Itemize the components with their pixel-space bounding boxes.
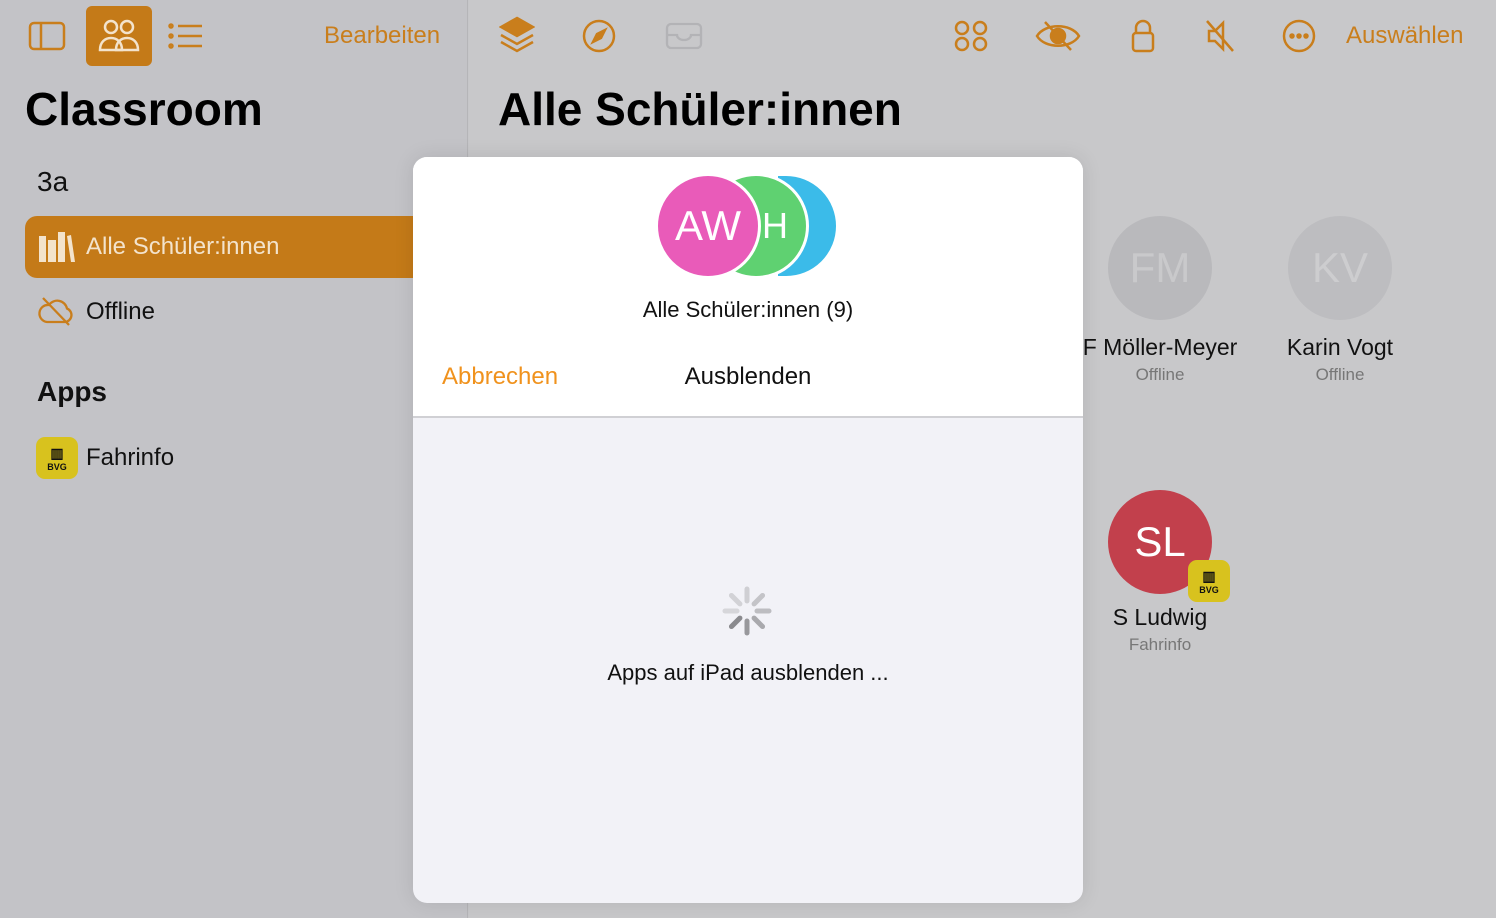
bvg-app-badge-icon: ▥ BVG bbox=[1188, 560, 1230, 602]
compass-icon[interactable] bbox=[582, 19, 616, 53]
student-card[interactable]: SL ▥ BVG S Ludwig Fahrinfo bbox=[1060, 490, 1260, 655]
avatar: FM bbox=[1108, 216, 1212, 320]
books-icon bbox=[39, 232, 75, 262]
mute-icon[interactable] bbox=[1205, 19, 1235, 53]
student-status: Fahrinfo bbox=[1128, 635, 1192, 654]
student-name: Karin Vogt bbox=[1286, 334, 1394, 360]
lock-icon[interactable] bbox=[1131, 19, 1155, 53]
tray-icon bbox=[665, 22, 703, 50]
list-icon[interactable] bbox=[168, 22, 204, 50]
apps-grid-icon[interactable] bbox=[954, 20, 988, 52]
progress-text: Apps auf iPad ausblenden ... bbox=[607, 660, 889, 685]
sidebar-item-all-students[interactable]: Alle Schüler:innen bbox=[25, 216, 425, 278]
edit-button[interactable]: Bearbeiten bbox=[324, 22, 440, 50]
spinner-icon bbox=[722, 586, 772, 636]
group-label: Alle Schüler:innen (9) bbox=[642, 297, 854, 322]
student-card[interactable]: FM F Möller-Meyer Offline bbox=[1060, 216, 1260, 385]
select-button[interactable]: Auswählen bbox=[1346, 22, 1463, 50]
sidebar-toggle-icon[interactable] bbox=[28, 20, 66, 52]
hide-apps-dialog: L H AW Alle Schüler:innen (9) Abbrechen … bbox=[413, 157, 1083, 903]
sidebar-title: Classroom bbox=[25, 83, 263, 135]
sidebar: Bearbeiten Classroom 3a Alle Schüler:inn… bbox=[0, 0, 468, 918]
class-heading: 3a bbox=[37, 166, 69, 197]
page-title: Alle Schüler:innen bbox=[498, 83, 902, 135]
student-name: S Ludwig bbox=[1112, 604, 1208, 630]
hide-button[interactable]: Ausblenden bbox=[413, 363, 1083, 391]
students-view-button[interactable] bbox=[86, 6, 152, 66]
people-icon bbox=[98, 19, 140, 52]
student-status: Offline bbox=[1315, 365, 1365, 384]
sidebar-app-fahrinfo[interactable]: ▥ BVG Fahrinfo bbox=[25, 428, 425, 488]
student-status: Offline bbox=[1135, 365, 1185, 384]
bvg-app-icon: ▥ BVG bbox=[36, 437, 78, 479]
eye-slash-icon[interactable] bbox=[1035, 20, 1081, 52]
more-icon[interactable] bbox=[1282, 19, 1316, 53]
sidebar-item-label: Offline bbox=[86, 298, 155, 325]
sidebar-item-label: Alle Schüler:innen bbox=[86, 233, 280, 260]
layers-icon[interactable] bbox=[499, 16, 535, 54]
cloud-slash-icon bbox=[37, 296, 75, 326]
student-name: F Möller-Meyer bbox=[1082, 334, 1238, 360]
sidebar-item-label: Fahrinfo bbox=[86, 444, 175, 471]
avatar: KV bbox=[1288, 216, 1392, 320]
avatar-stack-item: AW bbox=[655, 173, 761, 279]
student-card[interactable]: KV Karin Vogt Offline bbox=[1240, 216, 1440, 385]
sidebar-item-offline[interactable]: Offline bbox=[25, 282, 425, 342]
apps-heading: Apps bbox=[37, 376, 107, 407]
